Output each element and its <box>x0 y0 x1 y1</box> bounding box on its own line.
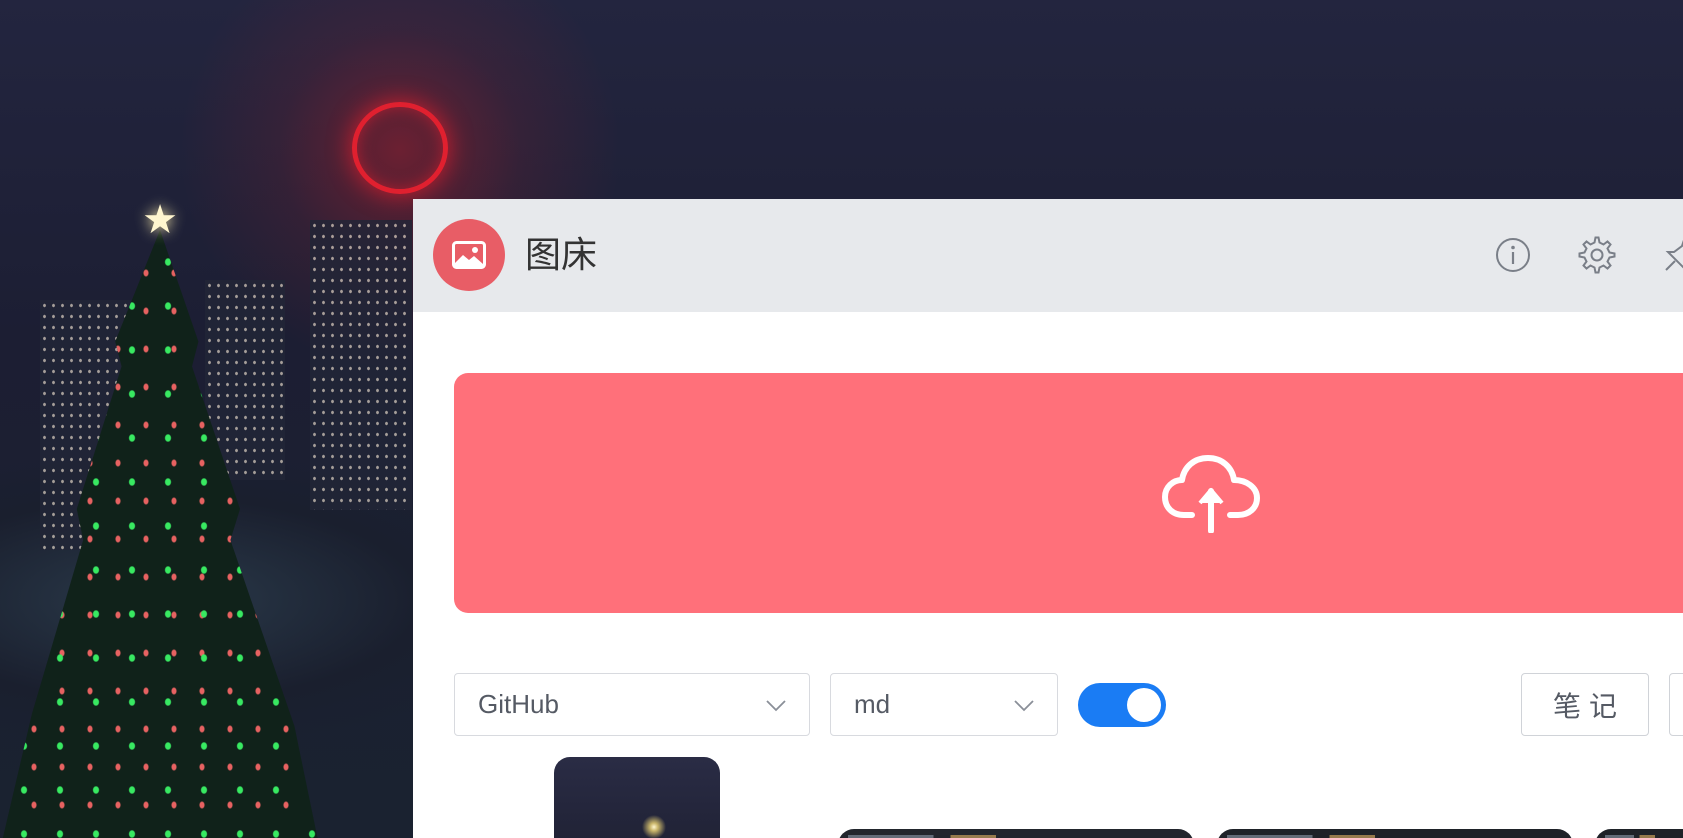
info-icon[interactable] <box>1493 235 1533 275</box>
provider-select[interactable]: GitHub <box>454 673 810 736</box>
image-thumbnail[interactable] <box>1217 829 1573 838</box>
toggle-knob <box>1127 688 1161 722</box>
format-select-value: md <box>854 689 891 719</box>
star-icon: ★ <box>142 197 178 243</box>
provider-select-value: GitHub <box>478 689 559 719</box>
pin-icon[interactable] <box>1661 235 1683 275</box>
chevron-down-icon <box>1014 700 1034 712</box>
more-button[interactable] <box>1669 673 1683 736</box>
upload-dropzone[interactable] <box>454 373 1683 613</box>
titlebar: 图床 <box>413 199 1683 312</box>
image-thumbnail[interactable] <box>838 829 1194 838</box>
notes-button[interactable]: 笔记 <box>1521 673 1649 736</box>
app-title: 图床 <box>525 235 598 276</box>
cloud-upload-icon <box>1162 453 1262 534</box>
app-window: 图床 GitHub md 笔记 <box>413 199 1683 838</box>
image-icon <box>452 241 486 269</box>
controls-row: GitHub md 笔记 <box>413 673 1683 737</box>
image-thumbnail[interactable] <box>554 757 720 838</box>
toggle-switch[interactable] <box>1078 683 1166 727</box>
gear-icon[interactable] <box>1577 235 1617 275</box>
wallpaper-building <box>310 220 412 510</box>
thumbnail-list <box>413 757 1683 838</box>
wallpaper-neon-sign <box>352 102 448 194</box>
image-thumbnail[interactable] <box>1595 829 1683 838</box>
app-logo <box>433 219 505 291</box>
format-select[interactable]: md <box>830 673 1058 736</box>
chevron-down-icon <box>766 700 786 712</box>
